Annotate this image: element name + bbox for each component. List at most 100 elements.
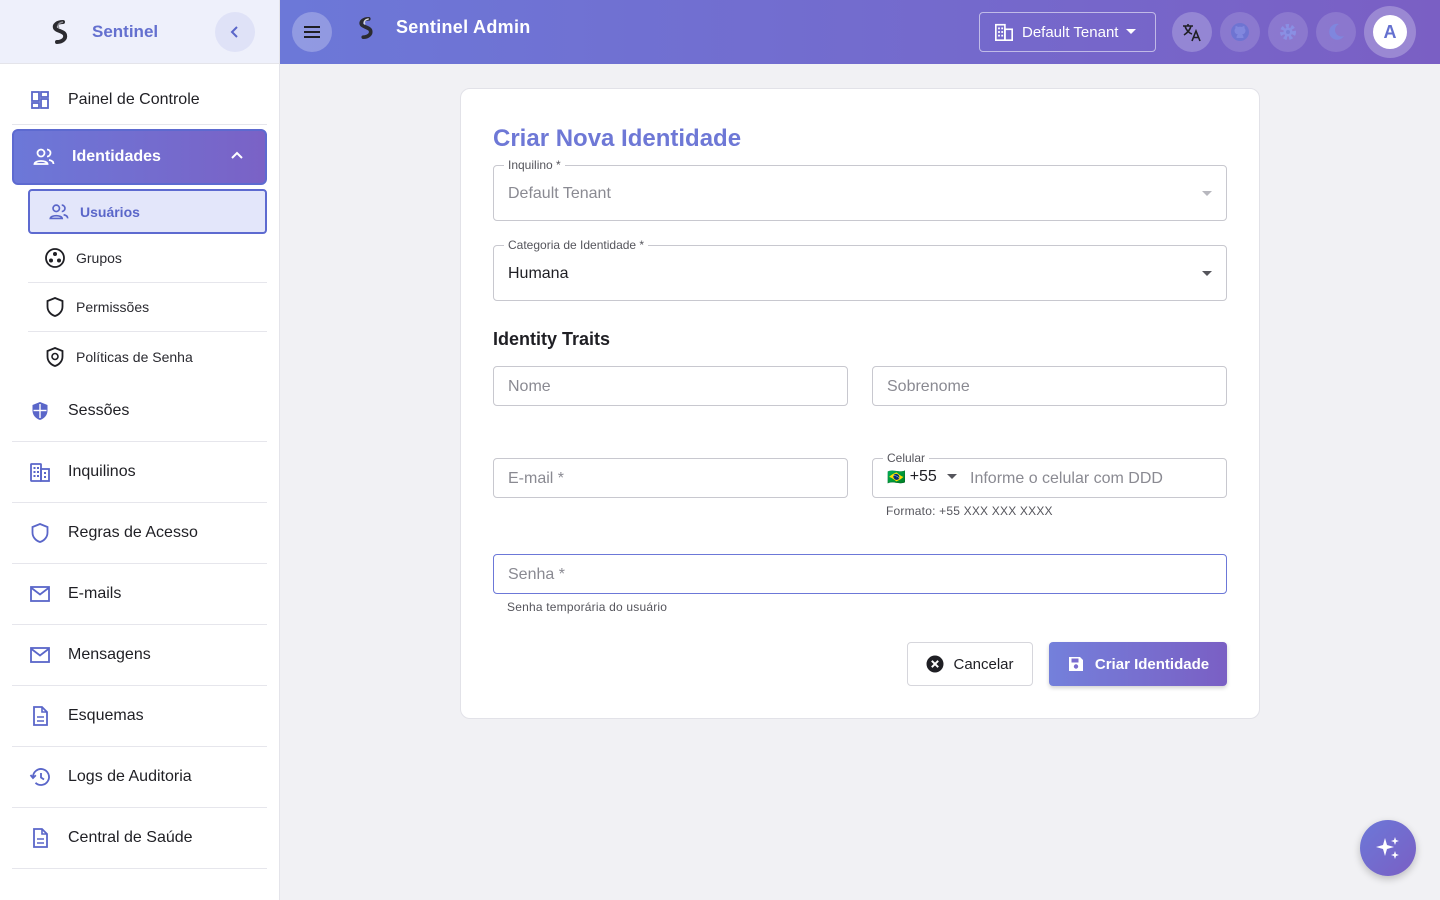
translate-icon bbox=[1183, 24, 1201, 42]
last-name-placeholder: Sobrenome bbox=[887, 378, 970, 395]
sparkles-icon bbox=[1376, 837, 1399, 859]
phone-placeholder: Informe o celular com DDD bbox=[970, 470, 1163, 487]
sidebar-item-inquilinos[interactable]: Inquilinos bbox=[12, 442, 267, 503]
building-icon bbox=[28, 460, 52, 484]
create-identity-button[interactable]: Criar Identidade bbox=[1049, 642, 1227, 686]
ai-assistant-button[interactable] bbox=[1360, 820, 1416, 876]
sidebar-header: Sentinel bbox=[0, 0, 279, 64]
identity-traits-heading: Identity Traits bbox=[493, 329, 611, 349]
shield-half-icon bbox=[28, 399, 52, 423]
app-title: Sentinel Admin bbox=[396, 17, 531, 37]
password-policy-icon bbox=[44, 346, 66, 368]
sidebar-item-label: Sessões bbox=[68, 402, 130, 419]
tenant-select-label: Inquilino * bbox=[504, 159, 565, 172]
topbar: Sentinel Admin Default Tenant A bbox=[280, 0, 1440, 64]
phone-helper-text: Formato: +55 XXX XXX XXXX bbox=[886, 504, 1053, 518]
user-avatar[interactable]: A bbox=[1364, 6, 1416, 58]
groups-icon bbox=[44, 247, 66, 269]
sidebar-item-central-de-saude[interactable]: Central de Saúde bbox=[12, 808, 267, 869]
dashboard-icon bbox=[28, 88, 52, 112]
gear-icon bbox=[1280, 24, 1296, 40]
sidebar-item-e-mails[interactable]: E-mails bbox=[12, 564, 267, 625]
create-identity-button-label: Criar Identidade bbox=[1094, 655, 1210, 673]
tenant-selector-label: Default Tenant bbox=[1022, 23, 1119, 41]
sidebar-item-regras-de-acesso[interactable]: Regras de Acesso bbox=[12, 503, 267, 564]
sidebar-item-politicas-de-senha[interactable]: Políticas de Senha bbox=[28, 332, 267, 381]
sidebar-item-label: Regras de Acesso bbox=[68, 524, 198, 541]
page-title: Criar Nova Identidade bbox=[493, 125, 742, 152]
sidebar-collapse-button[interactable] bbox=[215, 12, 255, 52]
sidebar-item-label: E-mails bbox=[68, 585, 122, 602]
tenant-select[interactable]: Inquilino * Default Tenant bbox=[493, 159, 1227, 221]
caret-down-icon bbox=[1202, 191, 1212, 196]
document-icon bbox=[28, 826, 52, 850]
phone-label: Celular bbox=[883, 452, 930, 465]
country-code-value: +55 bbox=[909, 468, 937, 485]
language-button[interactable] bbox=[1172, 12, 1212, 52]
settings-button[interactable] bbox=[1268, 12, 1308, 52]
menu-button[interactable] bbox=[292, 12, 332, 52]
sidebar-item-painel-de-controle[interactable]: Painel de Controle bbox=[12, 76, 267, 125]
create-identity-card: Criar Nova Identidade Inquilino * Defaul… bbox=[460, 88, 1260, 719]
sidebar-group-identidades[interactable]: Identidades bbox=[12, 129, 267, 185]
sidebar-item-label: Permissões bbox=[76, 299, 150, 315]
sidebar-item-label: Grupos bbox=[76, 250, 122, 266]
cancel-circle-icon bbox=[926, 655, 944, 673]
sidebar-item-label: Usuários bbox=[80, 203, 140, 220]
password-placeholder: Senha * bbox=[508, 566, 565, 583]
avatar-letter: A bbox=[1373, 15, 1407, 49]
sentinel-logo-icon bbox=[46, 18, 74, 46]
sidebar-item-label: Painel de Controle bbox=[68, 91, 200, 108]
github-icon bbox=[1231, 23, 1249, 41]
sidebar-item-esquemas[interactable]: Esquemas bbox=[12, 686, 267, 747]
chevron-up-icon bbox=[231, 151, 243, 159]
github-button[interactable] bbox=[1220, 12, 1260, 52]
identity-category-label: Categoria de Identidade * bbox=[504, 239, 649, 252]
tenant-selector[interactable]: Default Tenant bbox=[979, 12, 1156, 52]
sidebar-item-label: Central de Saúde bbox=[68, 829, 193, 846]
caret-down-icon bbox=[1202, 271, 1212, 276]
theme-toggle-button[interactable] bbox=[1316, 12, 1356, 52]
sidebar-item-sessoes[interactable]: Sessões bbox=[12, 381, 267, 442]
sidebar-item-label: Inquilinos bbox=[68, 463, 136, 480]
caret-down-icon bbox=[946, 474, 957, 479]
sidebar-group-label: Identidades bbox=[72, 148, 161, 165]
save-icon bbox=[1068, 657, 1083, 671]
sidebar-brand: Sentinel bbox=[92, 21, 159, 41]
password-input[interactable]: Senha * bbox=[493, 554, 1227, 594]
phone-input[interactable]: Celular 🇧🇷 +55 Informe o celular com DDD bbox=[872, 452, 1227, 498]
shield-outline-icon bbox=[28, 521, 52, 545]
history-icon bbox=[28, 765, 52, 789]
menu-icon bbox=[304, 26, 320, 38]
sidebar-item-logs-de-auditoria[interactable]: Logs de Auditoria bbox=[12, 747, 267, 808]
document-icon bbox=[28, 704, 52, 728]
email-input[interactable]: E-mail * bbox=[493, 458, 848, 498]
identity-category-select[interactable]: Categoria de Identidade * Humana bbox=[493, 239, 1227, 301]
country-code-select[interactable]: 🇧🇷 +55 bbox=[887, 468, 957, 486]
building-icon bbox=[995, 23, 1013, 41]
brazil-flag-icon: 🇧🇷 bbox=[887, 469, 906, 486]
first-name-placeholder: Nome bbox=[508, 378, 551, 395]
sidebar: Sentinel Painel de Controle Identidades bbox=[0, 0, 280, 900]
mail-icon bbox=[28, 582, 52, 606]
first-name-input[interactable]: Nome bbox=[493, 366, 848, 406]
people-icon bbox=[48, 201, 70, 223]
email-placeholder: E-mail * bbox=[508, 470, 565, 487]
people-icon bbox=[32, 145, 56, 169]
sidebar-item-label: Políticas de Senha bbox=[76, 348, 193, 365]
tenant-select-value: Default Tenant bbox=[508, 185, 611, 202]
shield-outline-icon bbox=[44, 296, 66, 318]
chevron-left-icon bbox=[230, 26, 238, 38]
sidebar-item-mensagens[interactable]: Mensagens bbox=[12, 625, 267, 686]
cancel-button-label: Cancelar bbox=[953, 655, 1014, 673]
sidebar-item-usuarios[interactable]: Usuários bbox=[28, 189, 267, 234]
sidebar-item-permissoes[interactable]: Permissões bbox=[28, 283, 267, 332]
last-name-input[interactable]: Sobrenome bbox=[872, 366, 1227, 406]
sidebar-submenu: Usuários Grupos Permissões Políticas de … bbox=[12, 189, 267, 381]
sidebar-item-grupos[interactable]: Grupos bbox=[28, 234, 267, 283]
sidebar-item-label: Mensagens bbox=[68, 646, 151, 663]
sidebar-item-label: Logs de Auditoria bbox=[68, 768, 192, 785]
moon-icon bbox=[1329, 23, 1344, 40]
password-helper-text: Senha temporária do usuário bbox=[507, 600, 668, 614]
cancel-button[interactable]: Cancelar bbox=[907, 642, 1033, 686]
